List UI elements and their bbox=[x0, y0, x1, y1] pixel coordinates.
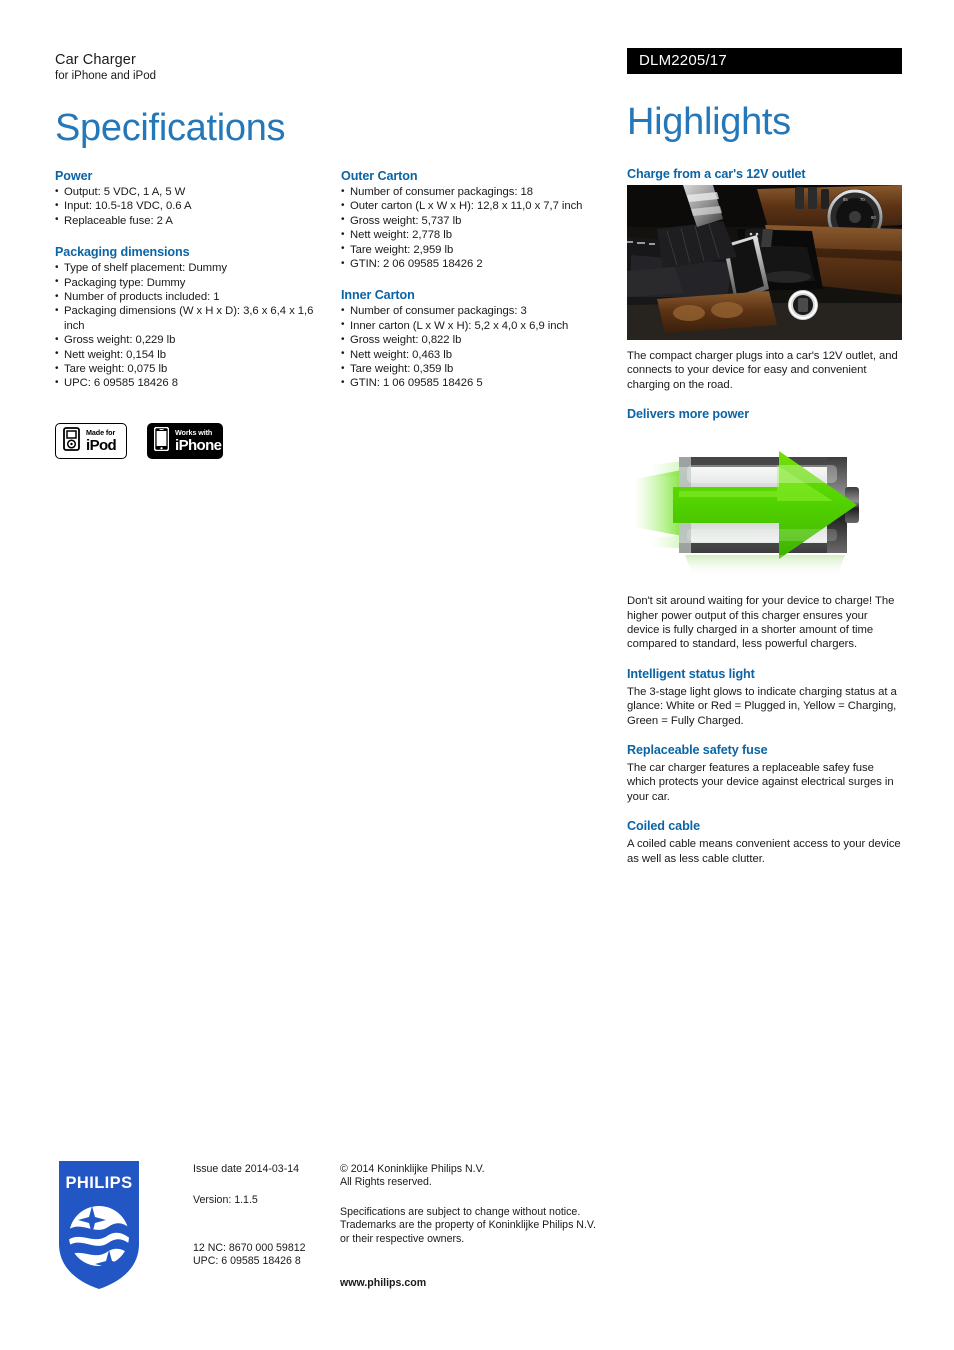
spec-item: Gross weight: 0,229 lb bbox=[55, 333, 330, 348]
works-with-iphone-badge: Works with iPhone bbox=[147, 423, 223, 459]
spec-item: Packaging type: Dummy bbox=[55, 275, 330, 290]
footer-upc: UPC: 6 09585 18426 8 bbox=[193, 1255, 301, 1268]
spec-item: Packaging dimensions (W x H x D): 3,6 x … bbox=[55, 304, 330, 333]
spec-item: UPC: 6 09585 18426 8 bbox=[55, 376, 330, 391]
highlight-block: Charge from a car's 12V outlet85706015Th… bbox=[627, 166, 902, 392]
highlight-body: The compact charger plugs into a car's 1… bbox=[627, 350, 898, 391]
specifications-column-1: PowerOutput: 5 VDC, 1 A, 5 WInput: 10.5-… bbox=[55, 168, 330, 407]
spec-item: GTIN: 2 06 09585 18426 2 bbox=[341, 257, 631, 272]
highlight-heading: Replaceable safety fuse bbox=[627, 743, 768, 758]
compatibility-badges: Made for iPod Works with iPhone bbox=[55, 423, 223, 459]
spec-item: GTIN: 1 06 09585 18426 5 bbox=[341, 376, 631, 391]
badge-big-label: iPod bbox=[86, 436, 117, 454]
spec-item-list: Number of consumer packagings: 18Outer c… bbox=[341, 184, 631, 272]
spec-group-heading: Power bbox=[55, 169, 93, 183]
svg-text:85: 85 bbox=[843, 197, 848, 202]
product-name: Car Charger bbox=[55, 52, 136, 68]
footer-meta-column: Issue date 2014-03-14 Version: 1.1.5 12 … bbox=[193, 1163, 333, 1269]
svg-text:70: 70 bbox=[860, 197, 865, 202]
disclaimer-line-2: Trademarks are the property of Koninklij… bbox=[340, 1219, 596, 1232]
nc-code: 12 NC: 8670 000 59812 bbox=[193, 1241, 306, 1254]
car-center-console-12v-outlet-photo: 85706015 bbox=[627, 185, 902, 340]
spec-item: Inner carton (L x W x H): 5,2 x 4,0 x 6,… bbox=[341, 318, 631, 333]
spec-item: Number of consumer packagings: 18 bbox=[341, 184, 631, 199]
badge-small-label: Made for bbox=[86, 428, 116, 438]
spec-item: Outer carton (L x W x H): 12,8 x 11,0 x … bbox=[341, 199, 631, 214]
copyright-line-1: © 2014 Koninklijke Philips N.V. bbox=[340, 1163, 485, 1175]
page-footer: PHILIPS Issue date 2014-03-14 Version: 1… bbox=[0, 1155, 954, 1305]
spec-group: Packaging dimensionsType of shelf placem… bbox=[55, 244, 330, 391]
disclaimer-line-3: or their respective owners. bbox=[340, 1232, 465, 1245]
spec-group: Outer CartonNumber of consumer packaging… bbox=[341, 168, 631, 271]
svg-text:PHILIPS: PHILIPS bbox=[66, 1174, 133, 1192]
highlights-list: Charge from a car's 12V outlet85706015Th… bbox=[627, 166, 902, 866]
made-for-ipod-badge: Made for iPod bbox=[55, 423, 127, 459]
highlights-title: Highlights bbox=[627, 101, 791, 143]
philips-shield-logo: PHILIPS bbox=[58, 1160, 140, 1290]
highlight-block: Replaceable safety fuse The car charger f… bbox=[627, 742, 902, 804]
highlight-block: Coiled cable A coiled cable means conveni… bbox=[627, 818, 902, 866]
spec-item: Type of shelf placement: Dummy bbox=[55, 261, 330, 276]
spec-group-heading: Outer Carton bbox=[341, 169, 418, 183]
badge-text: Works with iPhone bbox=[175, 428, 222, 454]
issue-date: Issue date 2014-03-14 bbox=[193, 1163, 300, 1175]
badge-small-label: Works with bbox=[175, 428, 213, 438]
highlight-heading: Delivers more power bbox=[627, 407, 749, 422]
spec-group: PowerOutput: 5 VDC, 1 A, 5 WInput: 10.5-… bbox=[55, 168, 330, 228]
highlight-block: Delivers more power Don't sit around wait… bbox=[627, 406, 902, 652]
website-link[interactable]: www.philips.com bbox=[340, 1277, 640, 1290]
ipod-device-icon bbox=[63, 426, 80, 456]
spec-group-heading: Inner Carton bbox=[341, 288, 415, 303]
highlight-heading: Intelligent status light bbox=[627, 666, 755, 681]
specifications-column: Car Charger for iPhone and iPod Specific… bbox=[55, 52, 625, 391]
spec-item: Replaceable fuse: 2 A bbox=[55, 213, 330, 228]
specifications-column-2: Outer CartonNumber of consumer packaging… bbox=[341, 168, 631, 407]
spec-item: Number of products included: 1 bbox=[55, 290, 330, 305]
spec-group: Inner CartonNumber of consumer packaging… bbox=[341, 287, 631, 390]
spec-item: Nett weight: 0,463 lb bbox=[341, 347, 631, 362]
spec-item: Number of consumer packagings: 3 bbox=[341, 304, 631, 319]
battery-with-green-arrow-illustration bbox=[627, 425, 902, 586]
spec-item-list: Type of shelf placement: DummyPackaging … bbox=[55, 261, 330, 391]
highlight-heading: Coiled cable bbox=[627, 819, 700, 834]
highlight-body: The 3-stage light glows to indicate char… bbox=[627, 685, 897, 727]
spec-item: Gross weight: 5,737 lb bbox=[341, 213, 631, 228]
spec-item: Nett weight: 0,154 lb bbox=[55, 347, 330, 362]
spec-item: Tare weight: 2,959 lb bbox=[341, 242, 631, 257]
spec-item: Tare weight: 0,075 lb bbox=[55, 362, 330, 377]
highlight-body: The car charger features a replaceable s… bbox=[627, 762, 894, 803]
version: Version: 1.1.5 bbox=[193, 1194, 258, 1207]
disclaimer-line-1: Specifications are subject to change wit… bbox=[340, 1205, 581, 1218]
specifications-title: Specifications bbox=[55, 107, 286, 149]
spec-item: Tare weight: 0,359 lb bbox=[341, 362, 631, 377]
badge-text: Made for iPod bbox=[86, 428, 117, 454]
copyright-line-2: All Rights reserved. bbox=[340, 1176, 432, 1189]
model-number-bar: DLM2205/17 bbox=[627, 48, 902, 74]
spec-group-heading: Packaging dimensions bbox=[55, 245, 190, 260]
iphone-device-icon bbox=[153, 426, 170, 456]
footer-legal-column: © 2014 Koninklijke Philips N.V. All Righ… bbox=[340, 1163, 640, 1290]
highlight-body: A coiled cable means convenient access t… bbox=[627, 838, 901, 865]
spec-item: Input: 10.5-18 VDC, 0.6 A bbox=[55, 199, 330, 214]
spec-item-list: Number of consumer packagings: 3Inner ca… bbox=[341, 304, 631, 391]
spec-item: Gross weight: 0,822 lb bbox=[341, 333, 631, 348]
highlight-heading: Charge from a car's 12V outlet bbox=[627, 167, 806, 181]
highlight-block: Intelligent status light The 3-stage ligh… bbox=[627, 666, 902, 728]
highlights-column: DLM2205/17 Highlights Charge from a car'… bbox=[627, 48, 902, 866]
svg-text:60: 60 bbox=[871, 215, 876, 220]
highlight-body: Don't sit around waiting for your device… bbox=[627, 595, 895, 651]
spec-item: Output: 5 VDC, 1 A, 5 W bbox=[55, 184, 330, 199]
spec-item: Nett weight: 2,778 lb bbox=[341, 228, 631, 243]
badge-big-label: iPhone bbox=[175, 436, 222, 454]
spec-item-list: Output: 5 VDC, 1 A, 5 WInput: 10.5-18 VD… bbox=[55, 184, 330, 228]
product-subtitle: for iPhone and iPod bbox=[55, 70, 157, 82]
